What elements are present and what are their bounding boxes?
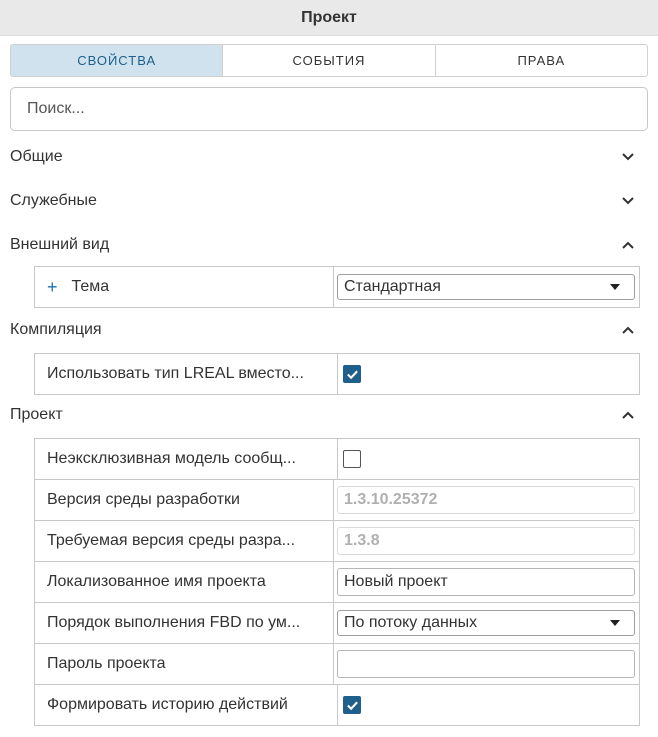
appearance-grid: + Тема Стандартная	[34, 266, 640, 308]
use-lreal-label: Использовать тип LREAL вместо...	[35, 354, 338, 394]
property-row-use-lreal: Использовать тип LREAL вместо...	[35, 354, 639, 395]
fbd-order-label: Порядок выполнения FBD по ум...	[35, 603, 334, 643]
property-row-fbd-order: Порядок выполнения FBD по ум... По поток…	[35, 603, 639, 644]
localized-name-field[interactable]: Новый проект	[337, 568, 635, 596]
expand-plus-icon[interactable]: +	[47, 278, 58, 296]
chevron-up-icon[interactable]	[621, 408, 635, 422]
theme-label: Тема	[71, 278, 110, 295]
property-label: + Тема	[35, 267, 334, 307]
property-value	[334, 644, 639, 684]
section-service-header[interactable]: Служебные	[10, 187, 635, 215]
section-project-label: Проект	[10, 406, 63, 423]
property-value: По потоку данных	[334, 603, 639, 643]
dropdown-caret-icon	[610, 284, 620, 290]
section-compilation-header[interactable]: Компиляция	[10, 316, 635, 344]
ide-version-field: 1.3.10.25372	[337, 486, 635, 514]
property-row-ide-version: Версия среды разработки 1.3.10.25372	[35, 480, 639, 521]
checkmark-icon	[346, 701, 358, 710]
section-appearance-label: Внешний вид	[10, 236, 110, 253]
chevron-up-icon[interactable]	[621, 238, 635, 252]
property-row-localized-name: Локализованное имя проекта Новый проект	[35, 562, 639, 603]
property-row-required-ide-version: Требуемая версия среды разра... 1.3.8	[35, 521, 639, 562]
property-row-password: Пароль проекта	[35, 644, 639, 685]
fbd-order-select[interactable]: По потоку данных	[337, 610, 635, 636]
section-service-label: Служебные	[10, 192, 97, 209]
password-label: Пароль проекта	[35, 644, 334, 684]
history-label: Формировать историю действий	[35, 685, 338, 725]
dropdown-caret-icon	[610, 620, 620, 626]
non-exclusive-label: Неэксклюзивная модель сообщ...	[35, 439, 338, 479]
required-ide-version-label: Требуемая версия среды разра...	[35, 521, 334, 561]
property-value	[338, 439, 639, 479]
property-value: Стандартная	[334, 267, 639, 307]
project-grid: Неэксклюзивная модель сообщ... Версия ср…	[34, 438, 640, 726]
non-exclusive-checkbox[interactable]	[343, 450, 361, 468]
tab-bar: СВОЙСТВА СОБЫТИЯ ПРАВА	[10, 44, 648, 77]
localized-name-label: Локализованное имя проекта	[35, 562, 334, 602]
tab-properties[interactable]: СВОЙСТВА	[11, 45, 224, 76]
section-compilation-label: Компиляция	[10, 321, 102, 338]
section-project-header[interactable]: Проект	[10, 401, 635, 429]
search-box[interactable]	[10, 87, 648, 131]
chevron-down-icon[interactable]	[621, 150, 635, 164]
theme-select-value: Стандартная	[344, 278, 441, 295]
chevron-up-icon[interactable]	[621, 323, 635, 337]
search-input[interactable]	[27, 100, 647, 118]
ide-version-label: Версия среды разработки	[35, 480, 334, 520]
property-row-history: Формировать историю действий	[35, 685, 639, 726]
compilation-grid: Использовать тип LREAL вместо...	[34, 353, 640, 395]
panel-title: Проект	[0, 0, 658, 36]
tab-events[interactable]: СОБЫТИЯ	[223, 45, 436, 76]
section-general-label: Общие	[10, 148, 63, 165]
fbd-order-select-value: По потоку данных	[344, 614, 478, 631]
required-ide-version-field[interactable]: 1.3.8	[337, 527, 635, 555]
history-checkbox[interactable]	[343, 696, 361, 714]
property-value: Новый проект	[334, 562, 639, 602]
chevron-down-icon[interactable]	[621, 194, 635, 208]
property-value	[338, 354, 639, 394]
theme-select[interactable]: Стандартная	[337, 274, 635, 300]
property-row-theme: + Тема Стандартная	[35, 267, 639, 308]
property-row-non-exclusive: Неэксклюзивная модель сообщ...	[35, 439, 639, 480]
use-lreal-checkbox[interactable]	[343, 365, 361, 383]
tab-rights[interactable]: ПРАВА	[436, 45, 647, 76]
password-field[interactable]	[337, 650, 635, 678]
checkmark-icon	[346, 370, 358, 379]
property-value	[338, 685, 639, 725]
property-value: 1.3.10.25372	[334, 480, 639, 520]
section-appearance-header[interactable]: Внешний вид	[10, 231, 635, 259]
section-general-header[interactable]: Общие	[10, 143, 635, 171]
property-value: 1.3.8	[334, 521, 639, 561]
